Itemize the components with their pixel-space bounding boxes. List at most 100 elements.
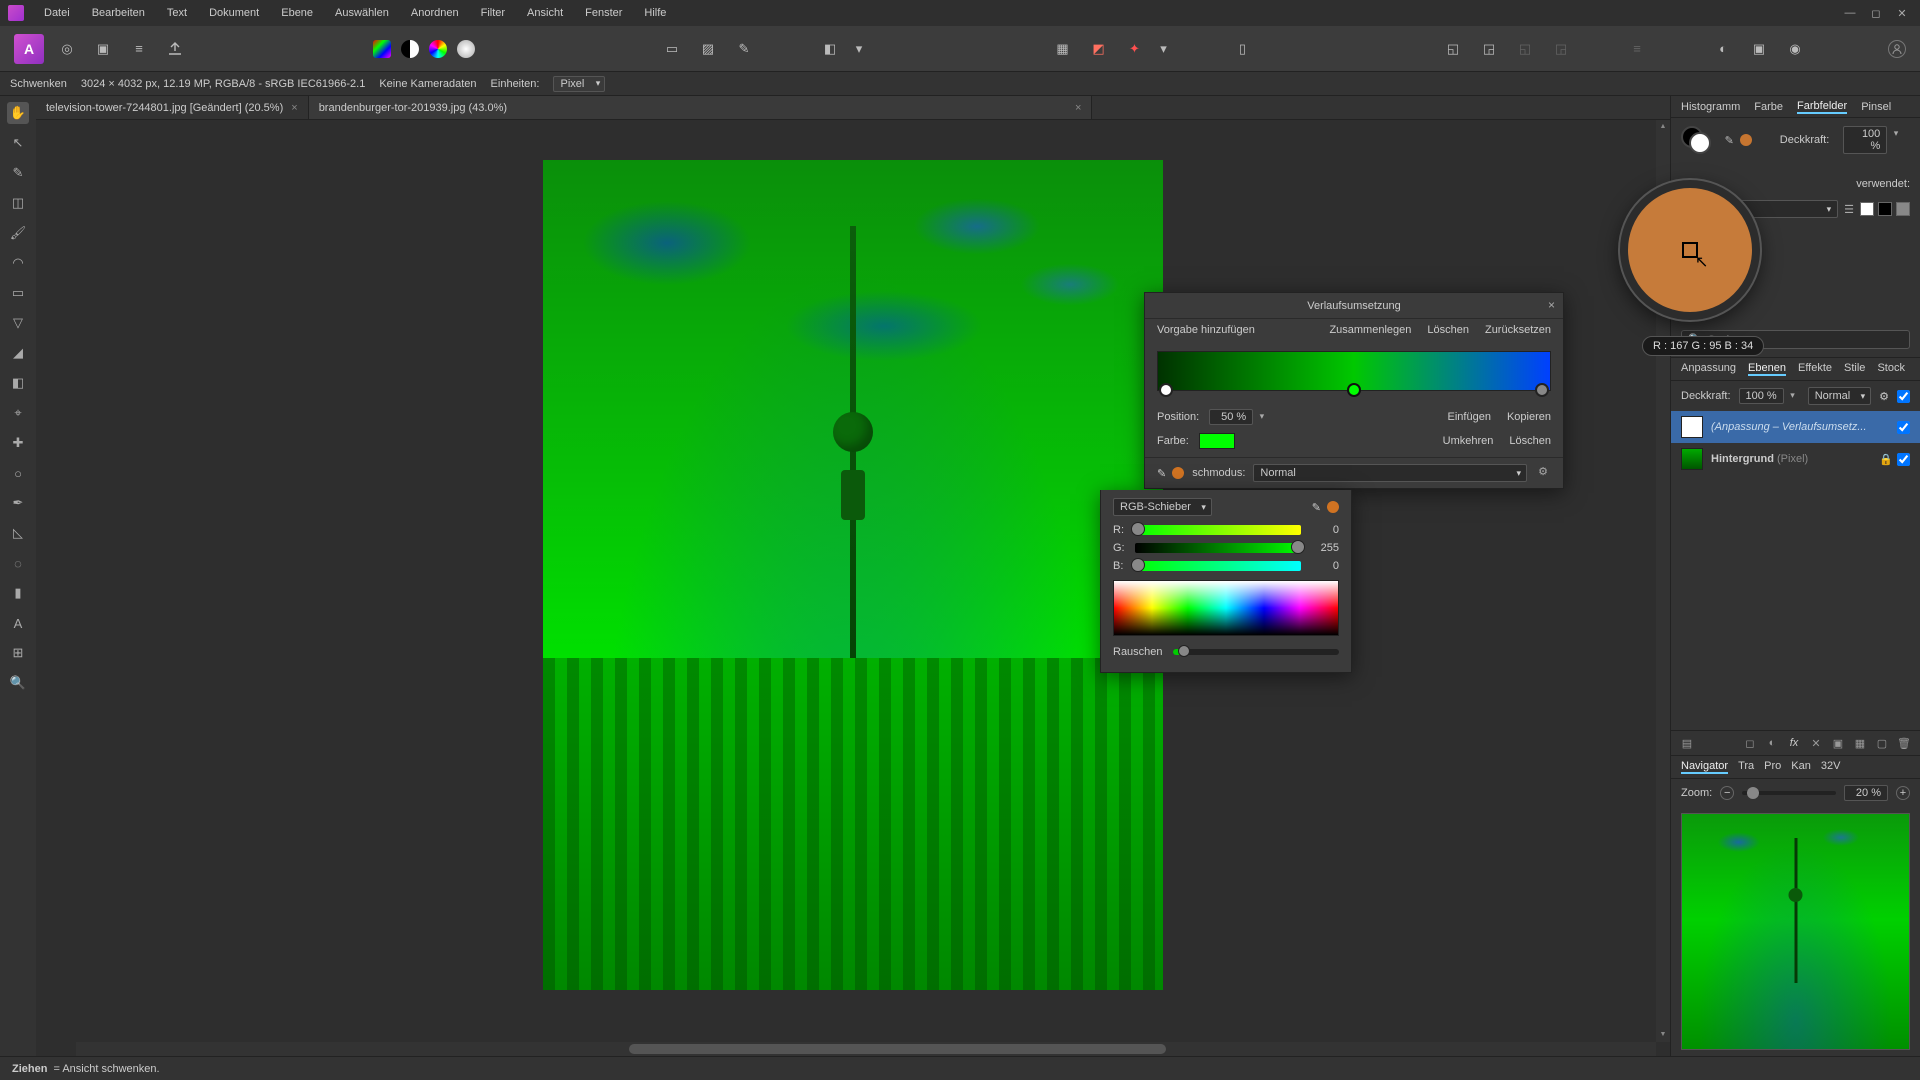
b-value[interactable]: 0 bbox=[1309, 560, 1339, 572]
layer-row-adjustment[interactable]: (Anpassung – Verlaufsumsetz... bbox=[1671, 411, 1920, 443]
node-tool-icon[interactable]: ◺ bbox=[7, 522, 29, 544]
tab-color[interactable]: Farbe bbox=[1754, 101, 1783, 113]
stop-color-chip[interactable] bbox=[1199, 433, 1235, 449]
menu-arrange[interactable]: Anordnen bbox=[411, 7, 459, 19]
blend-settings-icon[interactable]: ⚙ bbox=[1535, 465, 1551, 481]
horizontal-scrollbar[interactable] bbox=[76, 1042, 1656, 1056]
dodge-tool-icon[interactable]: ○ bbox=[7, 462, 29, 484]
r-value[interactable]: 0 bbox=[1309, 524, 1339, 536]
doc-tab-2-close-icon[interactable]: × bbox=[515, 102, 1081, 114]
mesh-tool-icon[interactable]: ⊞ bbox=[7, 642, 29, 664]
dialog-close-icon[interactable]: × bbox=[1548, 298, 1555, 312]
tab-transform[interactable]: Tra bbox=[1738, 760, 1754, 774]
mask-layer-icon[interactable]: ◻ bbox=[1742, 735, 1758, 751]
color-sampler-loupe[interactable]: ↖ bbox=[1620, 180, 1760, 320]
pen-tool-icon[interactable]: ✒ bbox=[7, 492, 29, 514]
marquee-tool-icon[interactable]: ▭ bbox=[7, 282, 29, 304]
zoom-out-icon[interactable]: − bbox=[1720, 786, 1734, 800]
layers-gear-icon[interactable]: ⚙ bbox=[1879, 390, 1889, 403]
snapshot-icon[interactable]: ▣ bbox=[1746, 36, 1772, 62]
gradient-tool-icon[interactable]: ◢ bbox=[7, 342, 29, 364]
g-knob[interactable] bbox=[1291, 540, 1305, 554]
zoom-in-icon[interactable]: + bbox=[1896, 786, 1910, 800]
wand-dropdown-icon[interactable]: ▾ bbox=[1158, 36, 1170, 62]
zoom-value[interactable]: 20 % bbox=[1844, 785, 1888, 801]
layers-blend-select[interactable]: Normal bbox=[1808, 387, 1871, 405]
shape-tool-icon[interactable]: ▮ bbox=[7, 582, 29, 604]
canvas-viewport[interactable] bbox=[36, 120, 1670, 1056]
delete-button[interactable]: Löschen bbox=[1427, 324, 1469, 336]
copy-stop-button[interactable]: Kopieren bbox=[1507, 411, 1551, 423]
eyedropper-mini-icon[interactable]: ✎ bbox=[1725, 134, 1734, 147]
document-image[interactable] bbox=[543, 160, 1163, 990]
tab-32v[interactable]: 32V bbox=[1821, 760, 1841, 774]
zoom-slider[interactable] bbox=[1742, 791, 1836, 795]
swatch-chip-black[interactable] bbox=[1878, 202, 1892, 216]
tab-histogram[interactable]: Histogramm bbox=[1681, 101, 1740, 113]
noise-knob[interactable] bbox=[1178, 645, 1190, 657]
swatch-chip-white[interactable] bbox=[1860, 202, 1874, 216]
tab-navigator[interactable]: Navigator bbox=[1681, 760, 1728, 774]
color-wheel-icon[interactable] bbox=[373, 40, 391, 58]
noise-slider[interactable] bbox=[1173, 649, 1339, 655]
tab-brushes[interactable]: Pinsel bbox=[1861, 101, 1891, 113]
hand-tool-icon[interactable]: ✋ bbox=[7, 102, 29, 124]
soft-proof-icon[interactable] bbox=[457, 40, 475, 58]
layers-opacity-value[interactable]: 100 % bbox=[1739, 388, 1784, 404]
menu-view[interactable]: Ansicht bbox=[527, 7, 563, 19]
crop-tool-icon[interactable]: ◫ bbox=[7, 192, 29, 214]
menu-text[interactable]: Text bbox=[167, 7, 187, 19]
swatch-opacity-value[interactable]: 100 % bbox=[1843, 126, 1887, 154]
tab-protocol[interactable]: Pro bbox=[1764, 760, 1781, 774]
assistant-icon[interactable]: ◐ bbox=[1710, 36, 1736, 62]
zoom-tool-icon[interactable]: 🔍 bbox=[7, 672, 29, 694]
tab-effects[interactable]: Effekte bbox=[1798, 362, 1832, 376]
eraser-tool-icon[interactable]: ◧ bbox=[7, 372, 29, 394]
r-slider[interactable] bbox=[1135, 525, 1301, 535]
insert-stop-button[interactable]: Einfügen bbox=[1448, 411, 1491, 423]
layers-panel-menu-icon[interactable]: ▤ bbox=[1679, 735, 1695, 751]
tab-adjustment[interactable]: Anpassung bbox=[1681, 362, 1736, 376]
grid-icon[interactable]: ▦ bbox=[1050, 36, 1076, 62]
dialog-titlebar[interactable]: Verlaufsumsetzung × bbox=[1145, 293, 1563, 319]
color-spectrum[interactable] bbox=[1113, 580, 1339, 636]
healing-tool-icon[interactable]: ✚ bbox=[7, 432, 29, 454]
b-slider[interactable] bbox=[1135, 561, 1301, 571]
doc-tab-1-close-icon[interactable]: × bbox=[291, 102, 297, 114]
adjustment-layer-icon[interactable]: ◐ bbox=[1764, 735, 1780, 751]
move-tool-icon[interactable]: ↖ bbox=[7, 132, 29, 154]
color-picker-tool-icon[interactable]: ✎ bbox=[7, 162, 29, 184]
refine-icon[interactable]: ✎ bbox=[731, 36, 757, 62]
tab-layers[interactable]: Ebenen bbox=[1748, 362, 1786, 376]
wand-icon[interactable]: ✦ bbox=[1122, 36, 1148, 62]
persona-develop-icon[interactable]: ≡ bbox=[126, 36, 152, 62]
info-label-icon[interactable]: ▯ bbox=[1230, 36, 1256, 62]
layer-visible-2[interactable] bbox=[1897, 453, 1910, 466]
clone-tool-icon[interactable]: ⌖ bbox=[7, 402, 29, 424]
menu-layer[interactable]: Ebene bbox=[281, 7, 313, 19]
marquee-icon[interactable]: ▭ bbox=[659, 36, 685, 62]
scroll-up-icon[interactable]: ▲ bbox=[1656, 120, 1670, 134]
swatch-chip-grey[interactable] bbox=[1896, 202, 1910, 216]
close-button[interactable]: ✕ bbox=[1892, 5, 1912, 21]
b-knob[interactable] bbox=[1131, 558, 1145, 572]
layers-visible-checkbox[interactable] bbox=[1897, 390, 1910, 403]
gradient-stop-start[interactable] bbox=[1159, 383, 1173, 397]
bw-adjust-icon[interactable] bbox=[401, 40, 419, 58]
gradient-editor[interactable] bbox=[1157, 351, 1551, 391]
menu-file[interactable]: Datei bbox=[44, 7, 70, 19]
color-model-select[interactable]: RGB-Schieber bbox=[1113, 498, 1212, 516]
gradient-stop-end[interactable] bbox=[1535, 383, 1549, 397]
menu-document[interactable]: Dokument bbox=[209, 7, 259, 19]
fg-bg-color-chips[interactable] bbox=[1681, 126, 1711, 154]
persona-photo-icon[interactable]: ◎ bbox=[54, 36, 80, 62]
merge-button[interactable]: Zusammenlegen bbox=[1329, 324, 1411, 336]
position-value[interactable]: 50 % bbox=[1209, 409, 1253, 425]
add-pixel-layer-icon[interactable]: ▦ bbox=[1852, 735, 1868, 751]
invert-button[interactable]: Umkehren bbox=[1443, 435, 1494, 447]
preferences-icon[interactable]: ◉ bbox=[1782, 36, 1808, 62]
crop-tool-icon[interactable]: ◩ bbox=[1086, 36, 1112, 62]
account-icon[interactable] bbox=[1888, 40, 1906, 58]
tab-styles[interactable]: Stile bbox=[1844, 362, 1865, 376]
delete-stop-button[interactable]: Löschen bbox=[1509, 435, 1551, 447]
